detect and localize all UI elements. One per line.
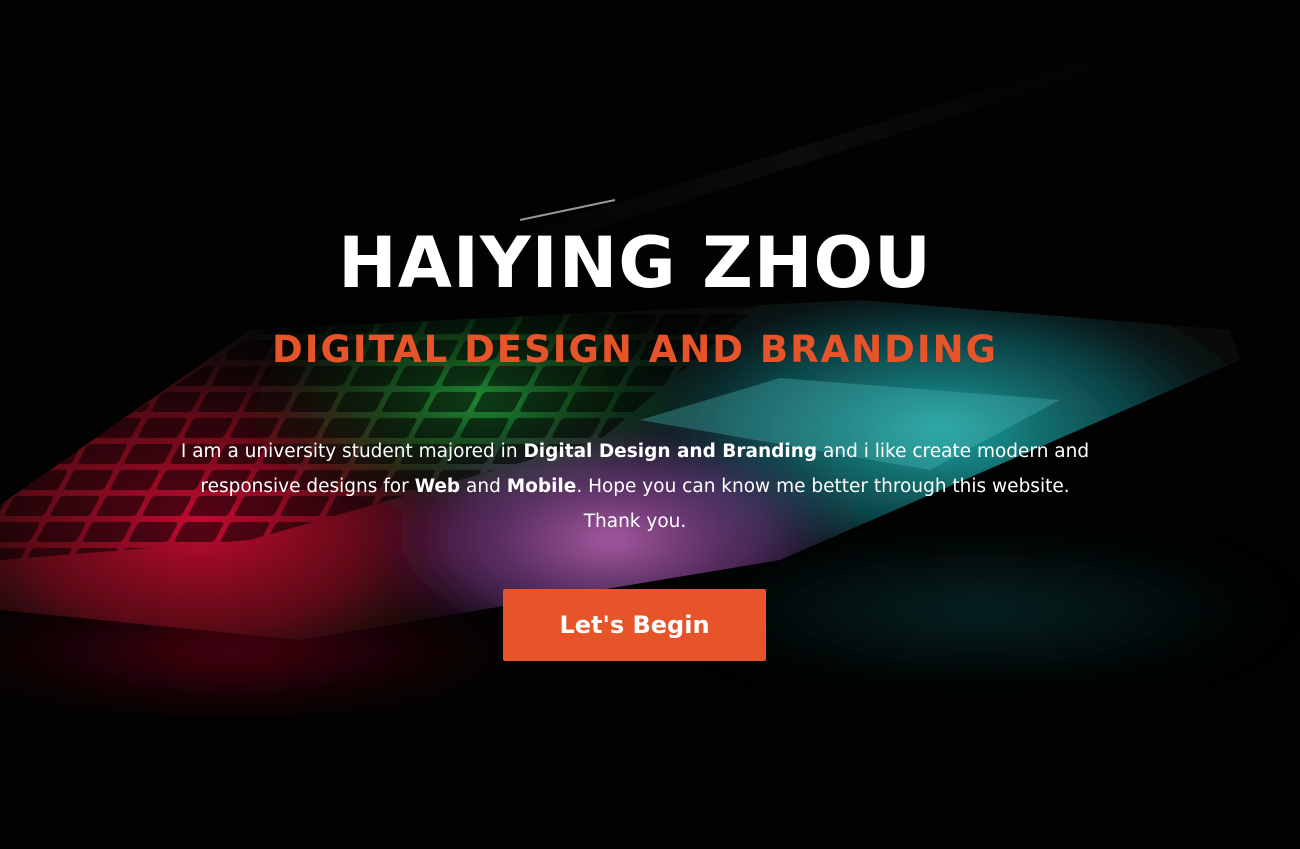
intro-emphasis-web: Web <box>414 476 461 497</box>
lets-begin-button[interactable]: Let's Begin <box>503 589 766 661</box>
hero-name-title: HAIYING ZHOU <box>338 222 932 304</box>
hero-section: HAIYING ZHOU DIGITAL DESIGN AND BRANDING… <box>0 0 1300 849</box>
hero-tagline: DIGITAL DESIGN AND BRANDING <box>272 328 998 371</box>
intro-emphasis-mobile: Mobile <box>506 476 577 497</box>
intro-text: I am a university student majored in <box>180 441 524 462</box>
hero-intro-paragraph: I am a university student majored in Dig… <box>170 434 1100 539</box>
intro-text: . Hope you can know me better through th… <box>576 476 1070 532</box>
intro-emphasis-major: Digital Design and Branding <box>523 441 818 462</box>
intro-text: and <box>460 476 507 497</box>
hero-content: HAIYING ZHOU DIGITAL DESIGN AND BRANDING… <box>0 0 1300 849</box>
